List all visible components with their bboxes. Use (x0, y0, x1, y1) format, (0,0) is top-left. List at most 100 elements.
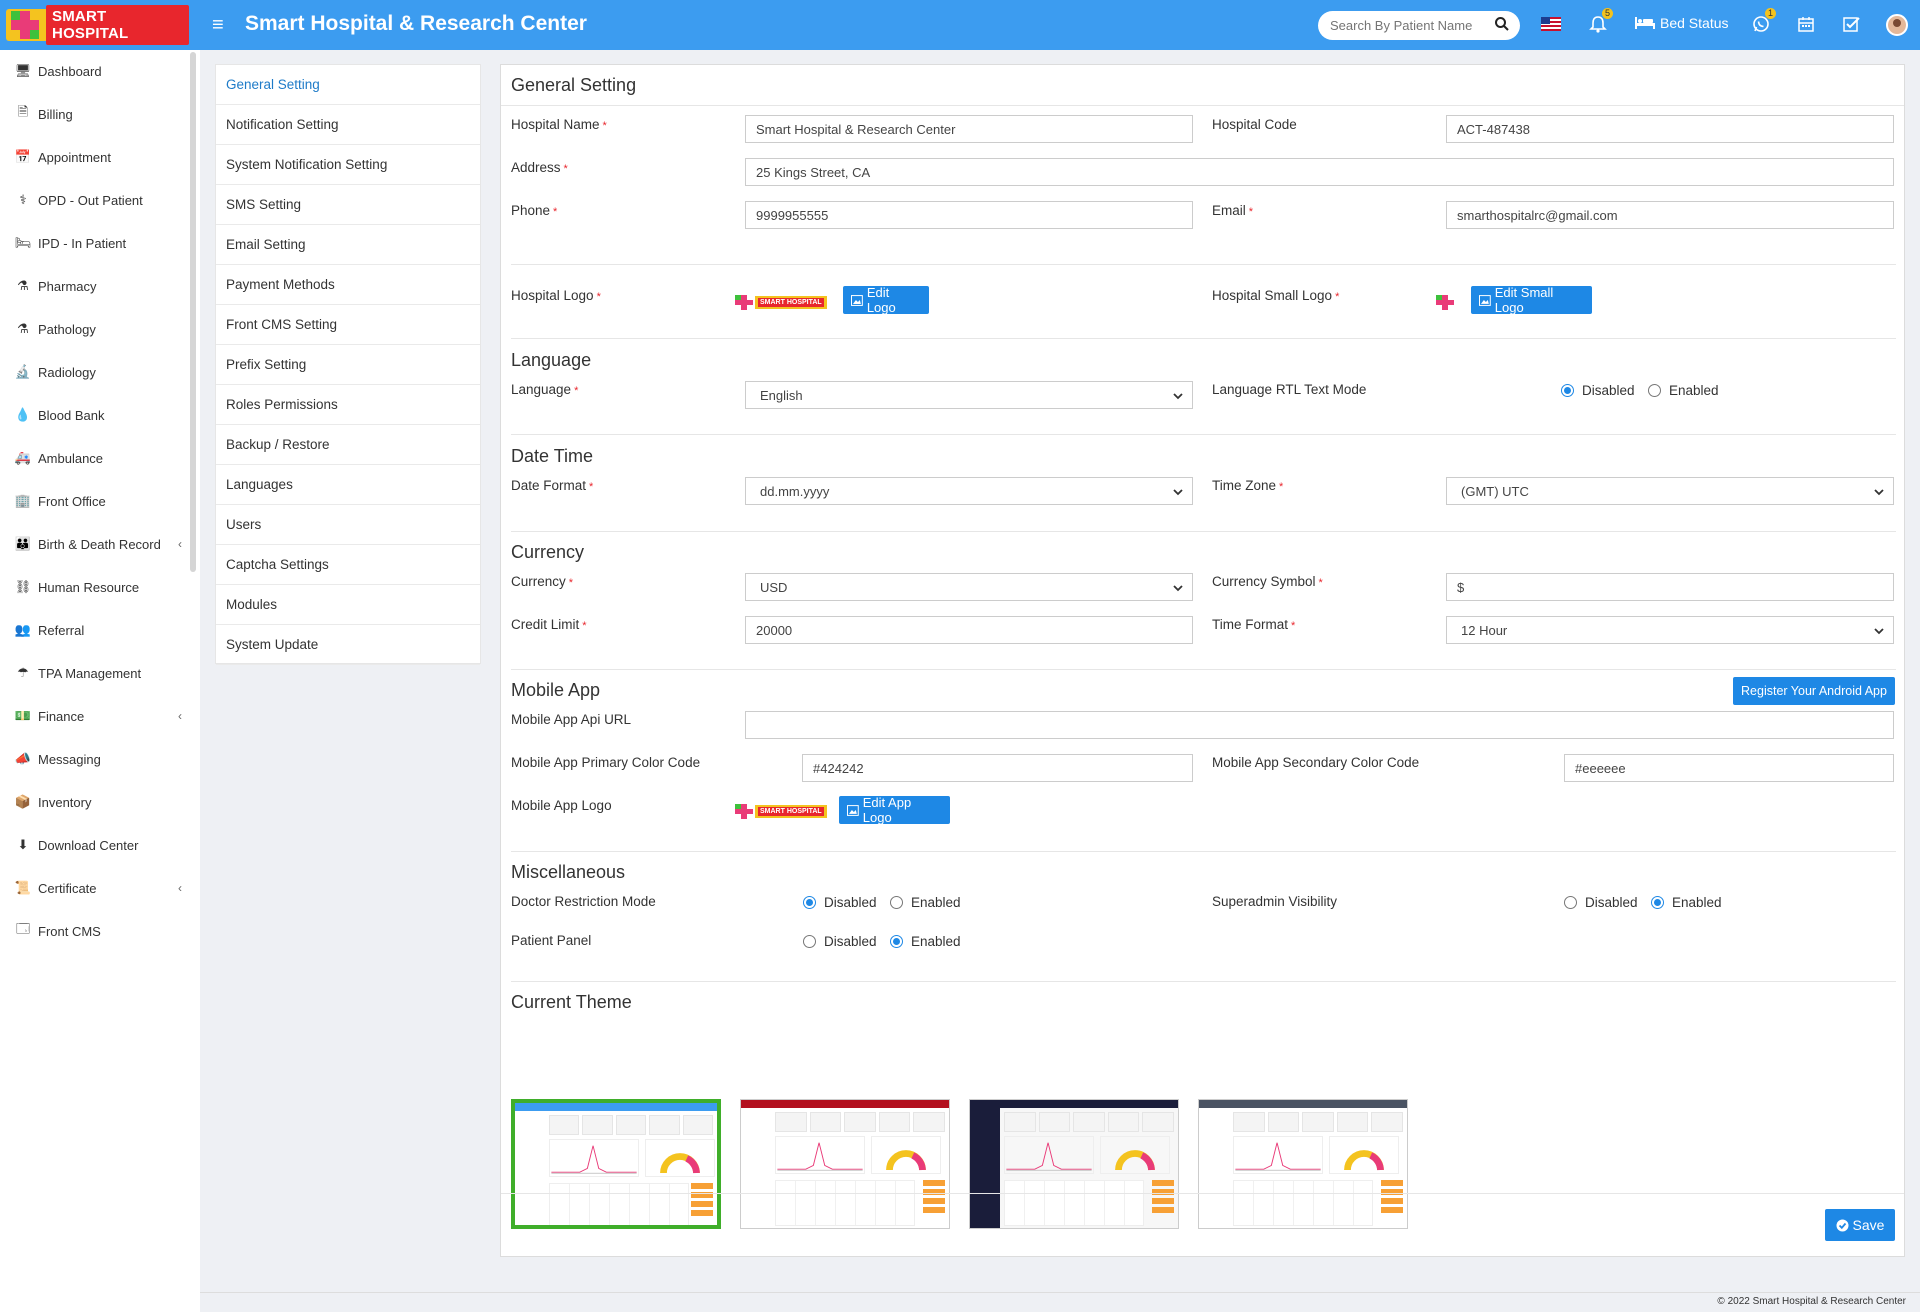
rtl-enabled-radio[interactable]: Enabled (1648, 383, 1719, 398)
sidebar-item-ambulance[interactable]: 🚑 Ambulance (0, 443, 190, 473)
save-button[interactable]: Save (1825, 1209, 1895, 1241)
cms-icon: 🗔 (15, 921, 31, 936)
sidebar-item-appointment[interactable]: 📅 Appointment (0, 142, 190, 172)
sidebar-item-download-center[interactable]: ⬇ Download Center (0, 830, 190, 860)
theme-sidebar (741, 1108, 771, 1228)
settings-tab-languages[interactable]: Languages (216, 465, 480, 505)
theme-topbar (515, 1103, 717, 1111)
settings-tab-sms-setting[interactable]: SMS Setting (216, 185, 480, 225)
settings-tab-roles-permissions[interactable]: Roles Permissions (216, 385, 480, 425)
theme-donut-chart (871, 1136, 941, 1174)
sidebar-item-tpa-management[interactable]: ☂ TPA Management (0, 658, 190, 688)
language-select[interactable]: English (745, 381, 1193, 409)
settings-tab-system-notification-setting[interactable]: System Notification Setting (216, 145, 480, 185)
edit-logo-button[interactable]: Edit Logo (843, 285, 929, 315)
settings-tab-system-update[interactable]: System Update (216, 625, 480, 665)
settings-tab-front-cms-setting[interactable]: Front CMS Setting (216, 305, 480, 345)
sidebar-item-dashboard[interactable]: 🖥 Dashboard (0, 56, 190, 86)
edit-small-logo-button[interactable]: Edit Small Logo (1471, 285, 1592, 315)
theme-sidebar (970, 1108, 1000, 1228)
patient-enabled-radio[interactable]: Enabled (890, 934, 961, 949)
sidebar-item-radiology[interactable]: 🔬 Radiology (0, 357, 190, 387)
timezone-label: Time Zone * (1212, 478, 1284, 493)
sidebar-item-messaging[interactable]: 📣 Messaging (0, 744, 190, 774)
sidebar-item-pathology[interactable]: ⚗ Pathology (0, 314, 190, 344)
menu-toggle-icon[interactable]: ≡ (212, 15, 224, 35)
sidebar-item-label: Human Resource (38, 579, 140, 595)
sidebar-item-label: Billing (38, 106, 73, 122)
settings-tab-email-setting[interactable]: Email Setting (216, 225, 480, 265)
edit-app-logo-button[interactable]: Edit App Logo (839, 795, 950, 825)
email-input[interactable] (1446, 201, 1894, 229)
theme-calendar (1004, 1180, 1144, 1226)
phone-input[interactable] (745, 201, 1193, 229)
settings-tab-captcha-settings[interactable]: Captcha Settings (216, 545, 480, 585)
theme-option-red[interactable] (740, 1099, 950, 1229)
currency-select[interactable]: USD (745, 573, 1193, 601)
sidebar-item-ipd-in-patient[interactable]: 🛏 IPD - In Patient (0, 228, 190, 258)
sidebar-item-front-cms[interactable]: 🗔 Front CMS (0, 916, 190, 946)
sidebar-item-referral[interactable]: 👥 Referral (0, 615, 190, 645)
calendar-icon[interactable] (1798, 16, 1814, 32)
superadmin-disabled-radio[interactable]: Disabled (1564, 895, 1638, 910)
sidebar-item-label: Pathology (38, 321, 96, 337)
doctor-disabled-radio[interactable]: Disabled (803, 895, 877, 910)
sidebar-scrollbar[interactable] (190, 52, 196, 572)
primary-color-input[interactable] (802, 754, 1193, 782)
logo-cross-icon (9, 9, 40, 41)
patient-disabled-radio[interactable]: Disabled (803, 934, 877, 949)
sidebar-item-birth-death-record[interactable]: 👪 Birth & Death Record ‹ (0, 529, 190, 559)
settings-tab-backup-restore[interactable]: Backup / Restore (216, 425, 480, 465)
time-format-select[interactable]: 12 Hour (1446, 616, 1894, 644)
api-url-input[interactable] (745, 711, 1894, 739)
search-input[interactable] (1328, 17, 1488, 34)
sidebar-item-finance[interactable]: 💵 Finance ‹ (0, 701, 190, 731)
sidebar-item-blood-bank[interactable]: 💧 Blood Bank (0, 400, 190, 430)
theme-option-gray[interactable] (1198, 1099, 1408, 1229)
date-format-select[interactable]: dd.mm.yyyy (745, 477, 1193, 505)
sidebar-item-inventory[interactable]: 📦 Inventory (0, 787, 190, 817)
settings-tab-modules[interactable]: Modules (216, 585, 480, 625)
sidebar-item-opd-out-patient[interactable]: ⚕ OPD - Out Patient (0, 185, 190, 215)
secondary-color-input[interactable] (1564, 754, 1894, 782)
bullhorn-icon: 📣 (14, 751, 32, 766)
user-avatar[interactable] (1886, 14, 1908, 36)
sidebar-item-certificate[interactable]: 📜 Certificate ‹ (0, 873, 190, 903)
us-flag-icon[interactable] (1541, 17, 1561, 31)
superadmin-enabled-radio[interactable]: Enabled (1651, 895, 1722, 910)
address-input[interactable] (745, 158, 1894, 186)
rtl-disabled-radio[interactable]: Disabled (1561, 383, 1635, 398)
divider (511, 434, 1896, 435)
hospital-name-input[interactable] (745, 115, 1193, 143)
settings-tab-prefix-setting[interactable]: Prefix Setting (216, 345, 480, 385)
hospital-code-input[interactable] (1446, 115, 1894, 143)
calendar-check-icon: 📅 (14, 149, 32, 164)
register-android-app-button[interactable]: Register Your Android App (1733, 677, 1895, 705)
doctor-restriction-label: Doctor Restriction Mode (511, 894, 656, 909)
theme-option-default[interactable] (511, 1099, 721, 1229)
sidebar-item-label: IPD - In Patient (38, 235, 127, 251)
theme-cards (775, 1112, 945, 1132)
settings-tab-payment-methods[interactable]: Payment Methods (216, 265, 480, 305)
settings-tab-general-setting[interactable]: General Setting (216, 65, 480, 105)
doctor-enabled-radio[interactable]: Enabled (890, 895, 961, 910)
hospital-logo[interactable]: SMART HOSPITAL (6, 5, 189, 45)
theme-calendar (1233, 1180, 1373, 1226)
sidebar-item-front-office[interactable]: 🏢 Front Office (0, 486, 190, 516)
sidebar-item-pharmacy[interactable]: ⚗ Pharmacy (0, 271, 190, 301)
timezone-select[interactable]: (GMT) UTC (1446, 477, 1894, 505)
sidebar-item-label: Messaging (38, 751, 101, 767)
bed-status-link[interactable]: Bed Status (1635, 15, 1729, 31)
theme-option-blue-dark[interactable] (969, 1099, 1179, 1229)
general-setting-panel: General Setting Hospital Name* Hospital … (500, 64, 1905, 1257)
birth-death-icon: 👪 (14, 536, 32, 551)
currency-symbol-input[interactable] (1446, 573, 1894, 601)
settings-tab-users[interactable]: Users (216, 505, 480, 545)
credit-limit-input[interactable] (745, 616, 1193, 644)
sidebar-item-human-resource[interactable]: ⛓ Human Resource (0, 572, 190, 602)
sidebar-item-billing[interactable]: 🗎 Billing (0, 99, 190, 129)
search-icon[interactable] (1494, 16, 1510, 32)
settings-tab-notification-setting[interactable]: Notification Setting (216, 105, 480, 145)
mobile-app-logo-label: Mobile App Logo (511, 798, 612, 813)
task-check-icon[interactable] (1843, 16, 1860, 32)
